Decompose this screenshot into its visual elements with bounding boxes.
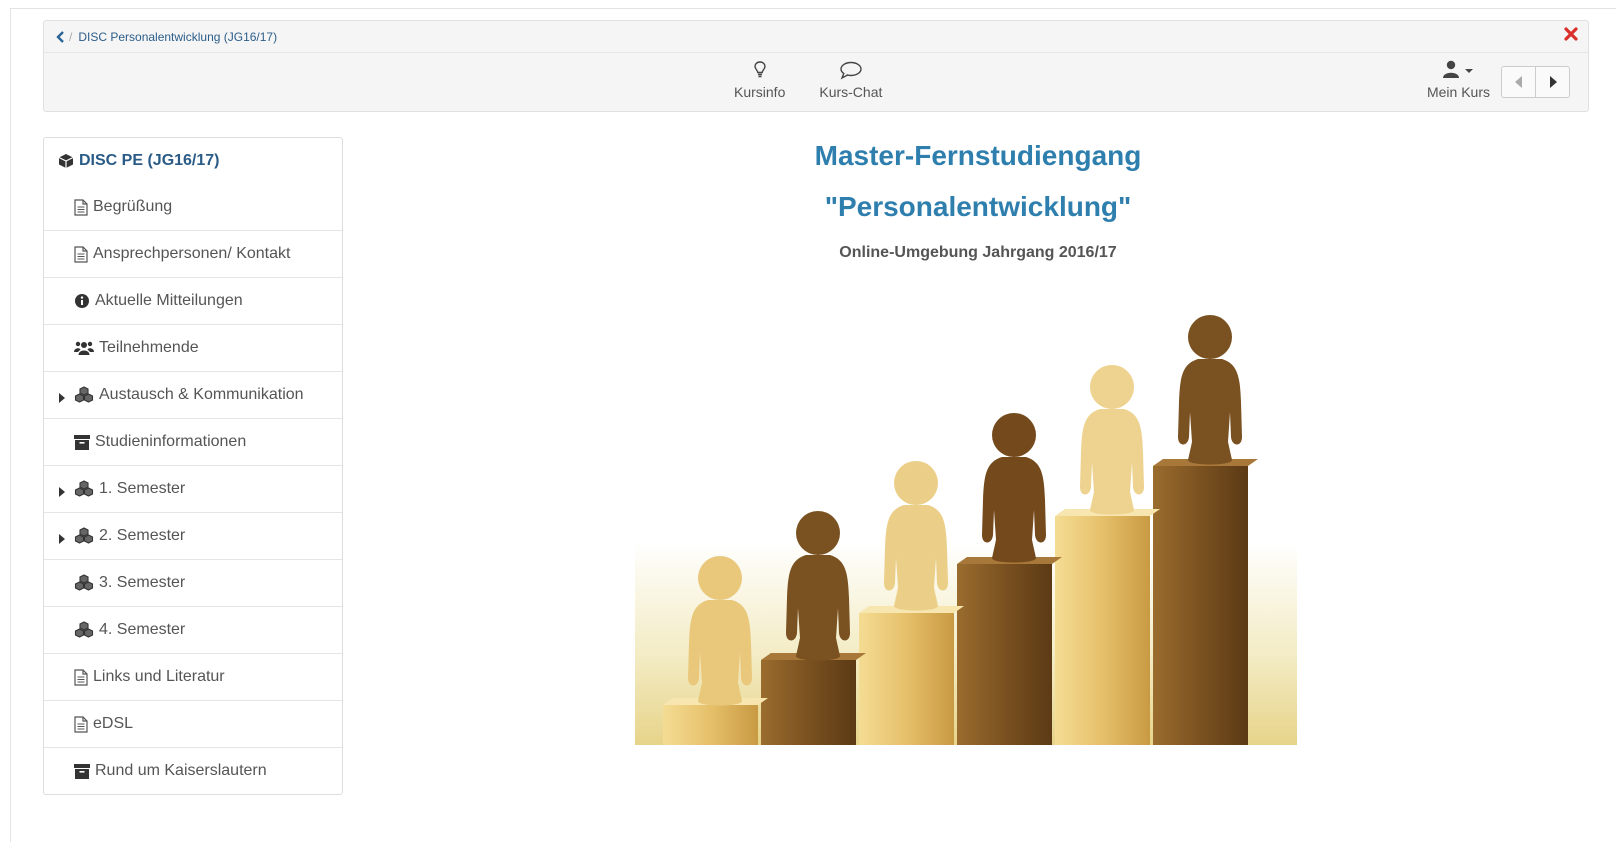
kurs-chat-button[interactable]: Kurs-Chat xyxy=(819,59,882,100)
course-pager xyxy=(1501,66,1570,98)
cubes-icon xyxy=(74,621,94,639)
sidebar-item-label: Austausch & Kommunikation xyxy=(99,386,304,403)
previous-page-button[interactable] xyxy=(1502,67,1535,97)
user-icon xyxy=(1441,59,1475,84)
sidebar-item-4-semester[interactable]: 4. Semester xyxy=(44,606,342,653)
caret-left-icon xyxy=(1514,76,1522,88)
document-icon xyxy=(74,245,88,263)
breadcrumb: / DISC Personalentwicklung (JG16/17) xyxy=(44,21,1588,53)
sidebar-item-rund-um-kaiserslautern[interactable]: Rund um Kaiserslautern xyxy=(44,747,342,794)
sidebar-item-links-und-literatur[interactable]: Links und Literatur xyxy=(44,653,342,700)
course-toolbar: / DISC Personalentwicklung (JG16/17) Kur… xyxy=(43,20,1589,112)
sidebar-item-label: Links und Literatur xyxy=(93,668,225,685)
sidebar-item-edsl[interactable]: eDSL xyxy=(44,700,342,747)
sidebar-item-begrüßung[interactable]: Begrüßung xyxy=(44,184,342,230)
sidebar-item-ansprechpersonen-kontakt[interactable]: Ansprechpersonen/ Kontakt xyxy=(44,230,342,277)
sidebar-item-label: 1. Semester xyxy=(99,480,186,497)
document-icon xyxy=(74,668,88,686)
document-icon xyxy=(74,715,88,733)
mein-kurs-menu[interactable]: Mein Kurs xyxy=(1427,59,1490,100)
cubes-icon xyxy=(74,527,94,545)
sidebar-item-label: 2. Semester xyxy=(99,527,186,544)
sidebar-item-label: Begrüßung xyxy=(93,198,173,215)
page-title: Master-Fernstudiengang xyxy=(814,140,1142,171)
archive-icon xyxy=(74,434,90,450)
close-icon[interactable] xyxy=(1564,27,1578,46)
sidebar-item-label: DISC PE (JG16/17) xyxy=(79,152,220,169)
sidebar-item-label: 3. Semester xyxy=(99,574,186,591)
info-circle-icon xyxy=(74,293,90,309)
sidebar-item-label: Aktuelle Mitteilungen xyxy=(95,292,243,309)
caret-right-icon[interactable] xyxy=(59,531,65,549)
cubes-icon xyxy=(74,574,94,592)
sidebar-item-list: Begrüßung Ansprechpersonen/ Kontakt Aktuel… xyxy=(44,184,342,794)
breadcrumb-separator: / xyxy=(69,29,73,44)
caret-right-icon[interactable] xyxy=(59,390,65,408)
sidebar-item-label: eDSL xyxy=(93,715,134,732)
sidebar-item-course-root[interactable]: DISC PE (JG16/17) xyxy=(44,138,342,184)
sidebar-item-label: Ansprechpersonen/ Kontakt xyxy=(93,245,291,262)
chat-bubble-icon xyxy=(839,59,863,84)
kursinfo-label: Kursinfo xyxy=(734,84,786,100)
sidebar-item-aktuelle-mitteilungen[interactable]: Aktuelle Mitteilungen xyxy=(44,277,342,324)
sidebar-item-teilnehmende[interactable]: Teilnehmende xyxy=(44,324,342,371)
sidebar-item-austausch-kommunikation[interactable]: Austausch & Kommunikation xyxy=(44,371,342,418)
next-page-button[interactable] xyxy=(1535,67,1569,97)
sidebar-item-3-semester[interactable]: 3. Semester xyxy=(44,559,342,606)
archive-icon xyxy=(74,763,90,779)
back-chevron-icon[interactable] xyxy=(56,30,65,43)
sidebar-item-label: Studieninformationen xyxy=(95,433,247,450)
hero-image-wooden-figures xyxy=(635,290,1297,745)
cubes-icon xyxy=(74,386,94,404)
caret-right-icon xyxy=(1549,76,1557,88)
users-icon xyxy=(74,340,94,356)
cubes-icon xyxy=(74,480,94,498)
lightbulb-icon xyxy=(753,59,767,84)
course-tools: Kursinfo Kurs-Chat xyxy=(734,59,882,100)
sidebar-item-label: Teilnehmende xyxy=(99,339,199,356)
sidebar-item-1-semester[interactable]: 1. Semester xyxy=(44,465,342,512)
page-title-program: "Personalentwicklung" xyxy=(824,191,1132,222)
breadcrumb-course-link[interactable]: DISC Personalentwicklung (JG16/17) xyxy=(78,30,277,44)
document-icon xyxy=(74,198,88,216)
mein-kurs-label: Mein Kurs xyxy=(1426,84,1490,100)
sidebar-item-2-semester[interactable]: 2. Semester xyxy=(44,512,342,559)
sidebar-item-label: 4. Semester xyxy=(99,621,186,638)
kursinfo-button[interactable]: Kursinfo xyxy=(734,59,785,100)
sidebar-item-label: Rund um Kaiserslautern xyxy=(95,762,267,779)
course-navigation: DISC PE (JG16/17) Begrüßung Ansprechperso… xyxy=(43,137,343,795)
kurs-chat-label: Kurs-Chat xyxy=(819,84,883,100)
caret-right-icon[interactable] xyxy=(59,484,65,502)
page-subtitle: Online-Umgebung Jahrgang 2016/17 xyxy=(839,244,1117,261)
cube-icon xyxy=(58,153,74,169)
sidebar-item-studieninformationen[interactable]: Studieninformationen xyxy=(44,418,342,465)
